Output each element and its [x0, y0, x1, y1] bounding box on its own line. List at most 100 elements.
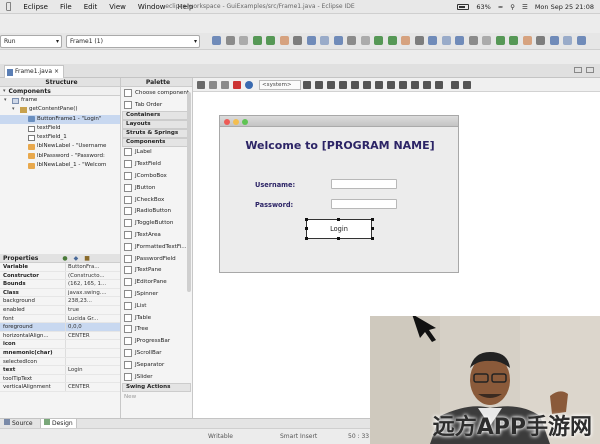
- category-struts-springs[interactable]: Struts & Springs: [122, 128, 191, 138]
- property-value[interactable]: Login: [66, 366, 120, 374]
- toolbar-debug-icon[interactable]: [495, 36, 505, 45]
- tab-frame1-java[interactable]: Frame1.java ×: [4, 65, 64, 78]
- property-value[interactable]: ButtonFra...: [66, 263, 120, 271]
- space-horizontal-icon[interactable]: [399, 81, 407, 89]
- property-value[interactable]: Lucida Gr...: [66, 315, 120, 323]
- property-row[interactable]: Constructor (Constructo...: [0, 271, 120, 281]
- grid-icon[interactable]: [463, 81, 471, 89]
- toolbar-back-icon[interactable]: [306, 36, 316, 45]
- resize-handle[interactable]: [337, 237, 340, 240]
- minimize-icon[interactable]: [574, 67, 582, 73]
- username-label[interactable]: Username:: [255, 181, 295, 189]
- toolbar-save-icon[interactable]: [347, 36, 356, 45]
- palette-item[interactable]: JRadioButton: [121, 206, 192, 218]
- goto-definition-icon[interactable]: ■: [84, 254, 90, 263]
- tree-node[interactable]: textField_1: [0, 133, 120, 142]
- palette-item[interactable]: JSlider: [121, 371, 192, 383]
- maximize-icon[interactable]: [586, 67, 594, 73]
- tree-node[interactable]: ▾ getContentPane(): [0, 105, 120, 114]
- align-bottom-icon[interactable]: [363, 81, 371, 89]
- align-right-icon[interactable]: [327, 81, 335, 89]
- resize-handle[interactable]: [371, 237, 374, 240]
- property-row[interactable]: icon: [0, 340, 120, 349]
- palette-item[interactable]: JTextField: [121, 158, 192, 170]
- space-vertical-icon[interactable]: [411, 81, 419, 89]
- menu-file[interactable]: File: [60, 3, 72, 11]
- property-row[interactable]: font Lucida Gr...: [0, 314, 120, 324]
- palette-item[interactable]: JLabel: [121, 147, 192, 159]
- cut-icon[interactable]: [221, 81, 229, 89]
- toolbar-search-icon[interactable]: [414, 36, 424, 45]
- username-field[interactable]: [331, 179, 397, 189]
- property-value[interactable]: [66, 375, 120, 383]
- property-row[interactable]: mnemonic(char): [0, 348, 120, 358]
- tree-node[interactable]: ▾ frame: [0, 96, 120, 105]
- palette-item[interactable]: JProgressBar: [121, 335, 192, 347]
- show-advanced-icon[interactable]: ◆: [74, 254, 79, 263]
- apple-icon[interactable]: : [6, 2, 11, 12]
- toolbar-search-icon[interactable]: [536, 36, 545, 45]
- wifi-icon[interactable]: ≈: [498, 3, 503, 11]
- tree-node[interactable]: lblNewLabel_1 - "Welcom: [0, 161, 120, 170]
- palette-item[interactable]: JPasswordField: [121, 253, 192, 265]
- center-horizontal-icon[interactable]: [423, 81, 431, 89]
- property-row[interactable]: selectedIcon: [0, 357, 120, 367]
- toolbar-debug-icon[interactable]: [252, 36, 262, 45]
- resize-handle[interactable]: [371, 227, 374, 230]
- tab-order[interactable]: Tab Order: [121, 99, 192, 111]
- choose-component[interactable]: Choose component: [121, 87, 192, 99]
- palette-item[interactable]: JTextArea: [121, 229, 192, 241]
- tree-node[interactable]: textField: [0, 124, 120, 133]
- replicate-icon[interactable]: [451, 81, 459, 89]
- tree-node[interactable]: lblNewLabel - "Username: [0, 142, 120, 151]
- laf-combo[interactable]: <system>: [259, 80, 301, 90]
- property-value[interactable]: true: [66, 306, 120, 314]
- toolbar-new-icon[interactable]: [212, 36, 221, 45]
- menu-eclipse[interactable]: Eclipse: [23, 3, 48, 11]
- run-config-combo[interactable]: Run ▾: [0, 35, 62, 48]
- property-value[interactable]: [66, 340, 120, 348]
- toolbar-new-icon[interactable]: [455, 36, 464, 45]
- expand-icon[interactable]: ▾: [12, 105, 17, 114]
- align-middle-icon[interactable]: [351, 81, 359, 89]
- delete-icon[interactable]: [233, 81, 241, 89]
- resize-handle[interactable]: [305, 237, 308, 240]
- toolbar-save-icon[interactable]: [225, 36, 235, 45]
- resize-handle[interactable]: [305, 227, 308, 230]
- toolbar-forward-icon[interactable]: [320, 36, 329, 45]
- palette-item[interactable]: JSeparator: [121, 359, 192, 371]
- toolbar-search-icon[interactable]: [293, 36, 302, 45]
- toolbar-run-icon[interactable]: [387, 36, 397, 45]
- test-gui-icon[interactable]: [197, 81, 205, 89]
- palette-scrollbar[interactable]: [187, 92, 191, 292]
- property-row[interactable]: background 238,23...: [0, 297, 120, 306]
- palette-item[interactable]: JTable: [121, 312, 192, 324]
- toolbar-external-tools-icon[interactable]: [401, 36, 410, 45]
- property-row[interactable]: verticalAlignment CENTER: [0, 383, 120, 392]
- palette-item[interactable]: JScrollBar: [121, 347, 192, 359]
- expand-icon[interactable]: ▾: [4, 96, 9, 105]
- laf-icon[interactable]: [245, 81, 253, 89]
- welcome-label[interactable]: Welcome to [PROGRAM NAME]: [220, 139, 460, 152]
- property-value[interactable]: javax.swing....: [66, 289, 120, 297]
- palette-item[interactable]: JComboBox: [121, 170, 192, 182]
- property-row[interactable]: Bounds (162, 165, 1...: [0, 280, 120, 289]
- toolbar-external-tools-icon[interactable]: [279, 36, 289, 45]
- palette-item[interactable]: JFormattedTextFi...: [121, 241, 192, 253]
- toolbar-forward-icon[interactable]: [441, 36, 451, 45]
- property-value[interactable]: [66, 358, 120, 366]
- toolbar-run-icon[interactable]: [266, 36, 275, 45]
- resize-handle[interactable]: [371, 218, 374, 221]
- jframe-preview[interactable]: Welcome to [PROGRAM NAME] Username: Pass…: [219, 115, 459, 273]
- show-events-icon[interactable]: ●: [62, 254, 67, 263]
- login-button[interactable]: Login: [306, 219, 372, 239]
- search-icon[interactable]: ⚲: [510, 3, 515, 11]
- property-row[interactable]: toolTipText: [0, 374, 120, 384]
- close-icon[interactable]: ×: [54, 66, 59, 78]
- toolbar-external-tools-icon[interactable]: [522, 36, 532, 45]
- property-value[interactable]: 0,0,0: [66, 323, 120, 331]
- menu-edit[interactable]: Edit: [84, 3, 98, 11]
- property-value[interactable]: CENTER: [66, 332, 120, 340]
- toolbar-back-icon[interactable]: [428, 36, 437, 45]
- property-value[interactable]: [66, 349, 120, 357]
